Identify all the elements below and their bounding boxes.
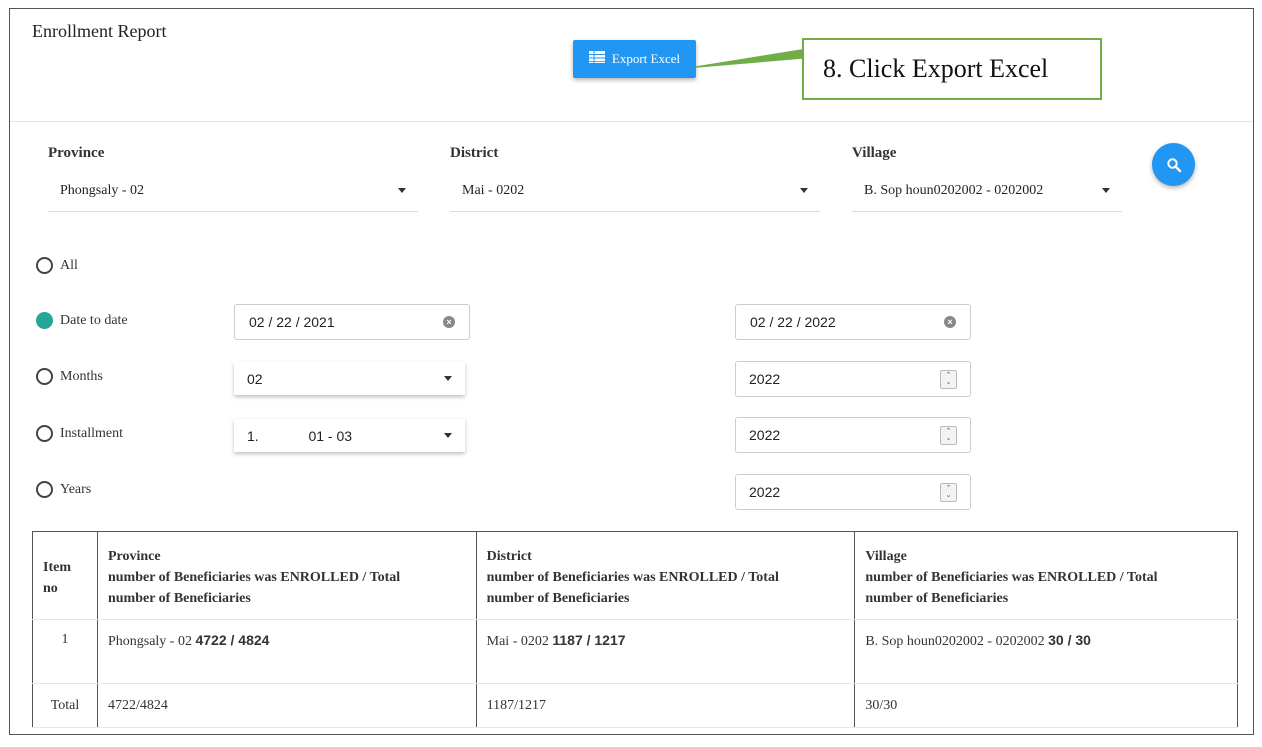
page-title: Enrollment Report: [32, 21, 167, 41]
header-district-line1: District: [486, 549, 532, 564]
province-value: Phongsaly - 02: [60, 182, 144, 198]
village-label: Village: [852, 145, 897, 161]
year-value: 2022: [749, 484, 781, 500]
province-select[interactable]: Phongsaly - 02: [48, 170, 418, 212]
header-item-no: Item no: [32, 531, 98, 620]
village-name: B. Sop houn0202002 - 0202002: [865, 634, 1045, 649]
option-date-to-date[interactable]: Date to date: [36, 312, 128, 329]
header-village-line2: number of Beneficiaries was ENROLLED / T…: [865, 570, 1158, 585]
spinner-icon[interactable]: ⌃ ⌄: [940, 482, 957, 502]
option-months-label: Months: [60, 368, 103, 384]
village-value: B. Sop houn0202002 - 0202002: [864, 182, 1044, 198]
caret-down-icon: [444, 433, 452, 438]
header-district-line3: number of Beneficiaries: [486, 591, 630, 606]
option-all[interactable]: All: [36, 257, 78, 274]
table-row: 1 Phongsaly - 02 4722 / 4824 Mai - 0202 …: [32, 619, 1238, 684]
clear-icon[interactable]: ×: [944, 316, 956, 328]
enrollment-table: Item no Province number of Beneficiaries…: [32, 531, 1238, 728]
header-village-line3: number of Beneficiaries: [865, 591, 1009, 606]
option-years[interactable]: Years: [36, 481, 91, 498]
option-all-label: All: [60, 257, 78, 273]
installment-range: 01 - 03: [308, 427, 353, 444]
district-name: Mai - 0202: [486, 634, 549, 649]
header-province-line1: Province: [107, 549, 161, 564]
month-year-input[interactable]: 2022 ⌃ ⌄: [735, 361, 971, 397]
report-frame: Enrollment Report Export Excel 8. Click …: [9, 8, 1254, 735]
total-label: Total: [32, 683, 98, 728]
report-header: Enrollment Report Export Excel 8. Click …: [10, 9, 1253, 122]
header-province-line3: number of Beneficiaries: [107, 591, 251, 606]
province-name: Phongsaly - 02: [107, 634, 192, 649]
radio-all[interactable]: [36, 257, 53, 274]
date-to-input[interactable]: 02 / 22 / 2022 ×: [735, 304, 971, 340]
header-village-line1: Village: [865, 549, 907, 564]
district-count: 1187 / 1217: [552, 632, 626, 648]
spinner-icon[interactable]: ⌃ ⌄: [940, 369, 957, 389]
cell-district: Mai - 0202 1187 / 1217: [475, 619, 856, 684]
province-filter: Province Phongsaly - 02: [48, 145, 418, 212]
total-district: 1187/1217: [475, 683, 856, 728]
header-village: Village number of Beneficiaries was ENRO…: [854, 531, 1238, 620]
caret-down-icon: [800, 188, 808, 193]
option-installment[interactable]: Installment: [36, 425, 123, 442]
header-item-line2: no: [43, 580, 58, 596]
radio-date-to-date[interactable]: [36, 312, 53, 329]
radio-months[interactable]: [36, 368, 53, 385]
caret-down-icon: [444, 376, 452, 381]
option-installment-label: Installment: [60, 425, 123, 441]
district-filter: District Mai - 0202: [450, 145, 820, 212]
district-select[interactable]: Mai - 0202: [450, 170, 820, 212]
option-months[interactable]: Months: [36, 368, 103, 385]
table-icon: [588, 51, 605, 63]
date-from-input[interactable]: 02 / 22 / 2021 ×: [234, 304, 470, 340]
search-button[interactable]: [1152, 143, 1195, 186]
radio-years[interactable]: [36, 481, 53, 498]
caret-down-icon: [1102, 188, 1110, 193]
header-province: Province number of Beneficiaries was ENR…: [96, 531, 477, 620]
table-total-row: Total 4722/4824 1187/1217 30/30: [32, 683, 1238, 728]
installment-select[interactable]: 1. 01 - 03: [234, 419, 465, 452]
spinner-icon[interactable]: ⌃ ⌄: [940, 425, 957, 445]
cell-province: Phongsaly - 02 4722 / 4824: [96, 619, 477, 684]
installment-value: 1. 01 - 03: [247, 428, 352, 444]
month-select[interactable]: 02: [234, 362, 465, 395]
search-icon: [1166, 157, 1181, 172]
month-year-value: 2022: [749, 371, 781, 387]
installment-year-input[interactable]: 2022 ⌃ ⌄: [735, 417, 971, 453]
option-date-to-date-label: Date to date: [60, 312, 128, 328]
installment-year-value: 2022: [749, 427, 781, 443]
caret-down-icon: [398, 188, 406, 193]
export-excel-label: Export Excel: [611, 51, 681, 66]
cell-village: B. Sop houn0202002 - 0202002 30 / 30: [854, 619, 1238, 684]
header-item-line1: Item: [43, 559, 71, 575]
district-value: Mai - 0202: [462, 182, 525, 198]
header-province-line2: number of Beneficiaries was ENROLLED / T…: [107, 570, 401, 585]
district-label: District: [450, 145, 499, 161]
header-district-line2: number of Beneficiaries was ENROLLED / T…: [486, 570, 779, 585]
province-label: Province: [48, 145, 105, 161]
header-district: District number of Beneficiaries was ENR…: [475, 531, 856, 620]
village-count: 30 / 30: [1048, 632, 1091, 648]
month-value: 02: [247, 370, 263, 387]
table-header-row: Item no Province number of Beneficiaries…: [32, 531, 1238, 620]
radio-installment[interactable]: [36, 425, 53, 442]
total-village: 30/30: [854, 683, 1238, 728]
instruction-callout: 8. Click Export Excel: [802, 38, 1102, 100]
installment-number: 1.: [247, 427, 259, 444]
date-to-value: 02 / 22 / 2022: [750, 314, 836, 330]
year-input[interactable]: 2022 ⌃ ⌄: [735, 474, 971, 510]
date-from-value: 02 / 22 / 2021: [249, 314, 335, 330]
village-filter: Village B. Sop houn0202002 - 0202002: [852, 145, 1122, 212]
export-excel-button[interactable]: Export Excel: [573, 40, 696, 78]
cell-item-no: 1: [32, 619, 98, 684]
total-province: 4722/4824: [96, 683, 477, 728]
callout-text: 8. Click Export Excel: [823, 54, 1049, 83]
clear-icon[interactable]: ×: [443, 316, 455, 328]
village-select[interactable]: B. Sop houn0202002 - 0202002: [852, 170, 1122, 212]
option-years-label: Years: [60, 481, 92, 497]
province-count: 4722 / 4824: [195, 632, 270, 648]
